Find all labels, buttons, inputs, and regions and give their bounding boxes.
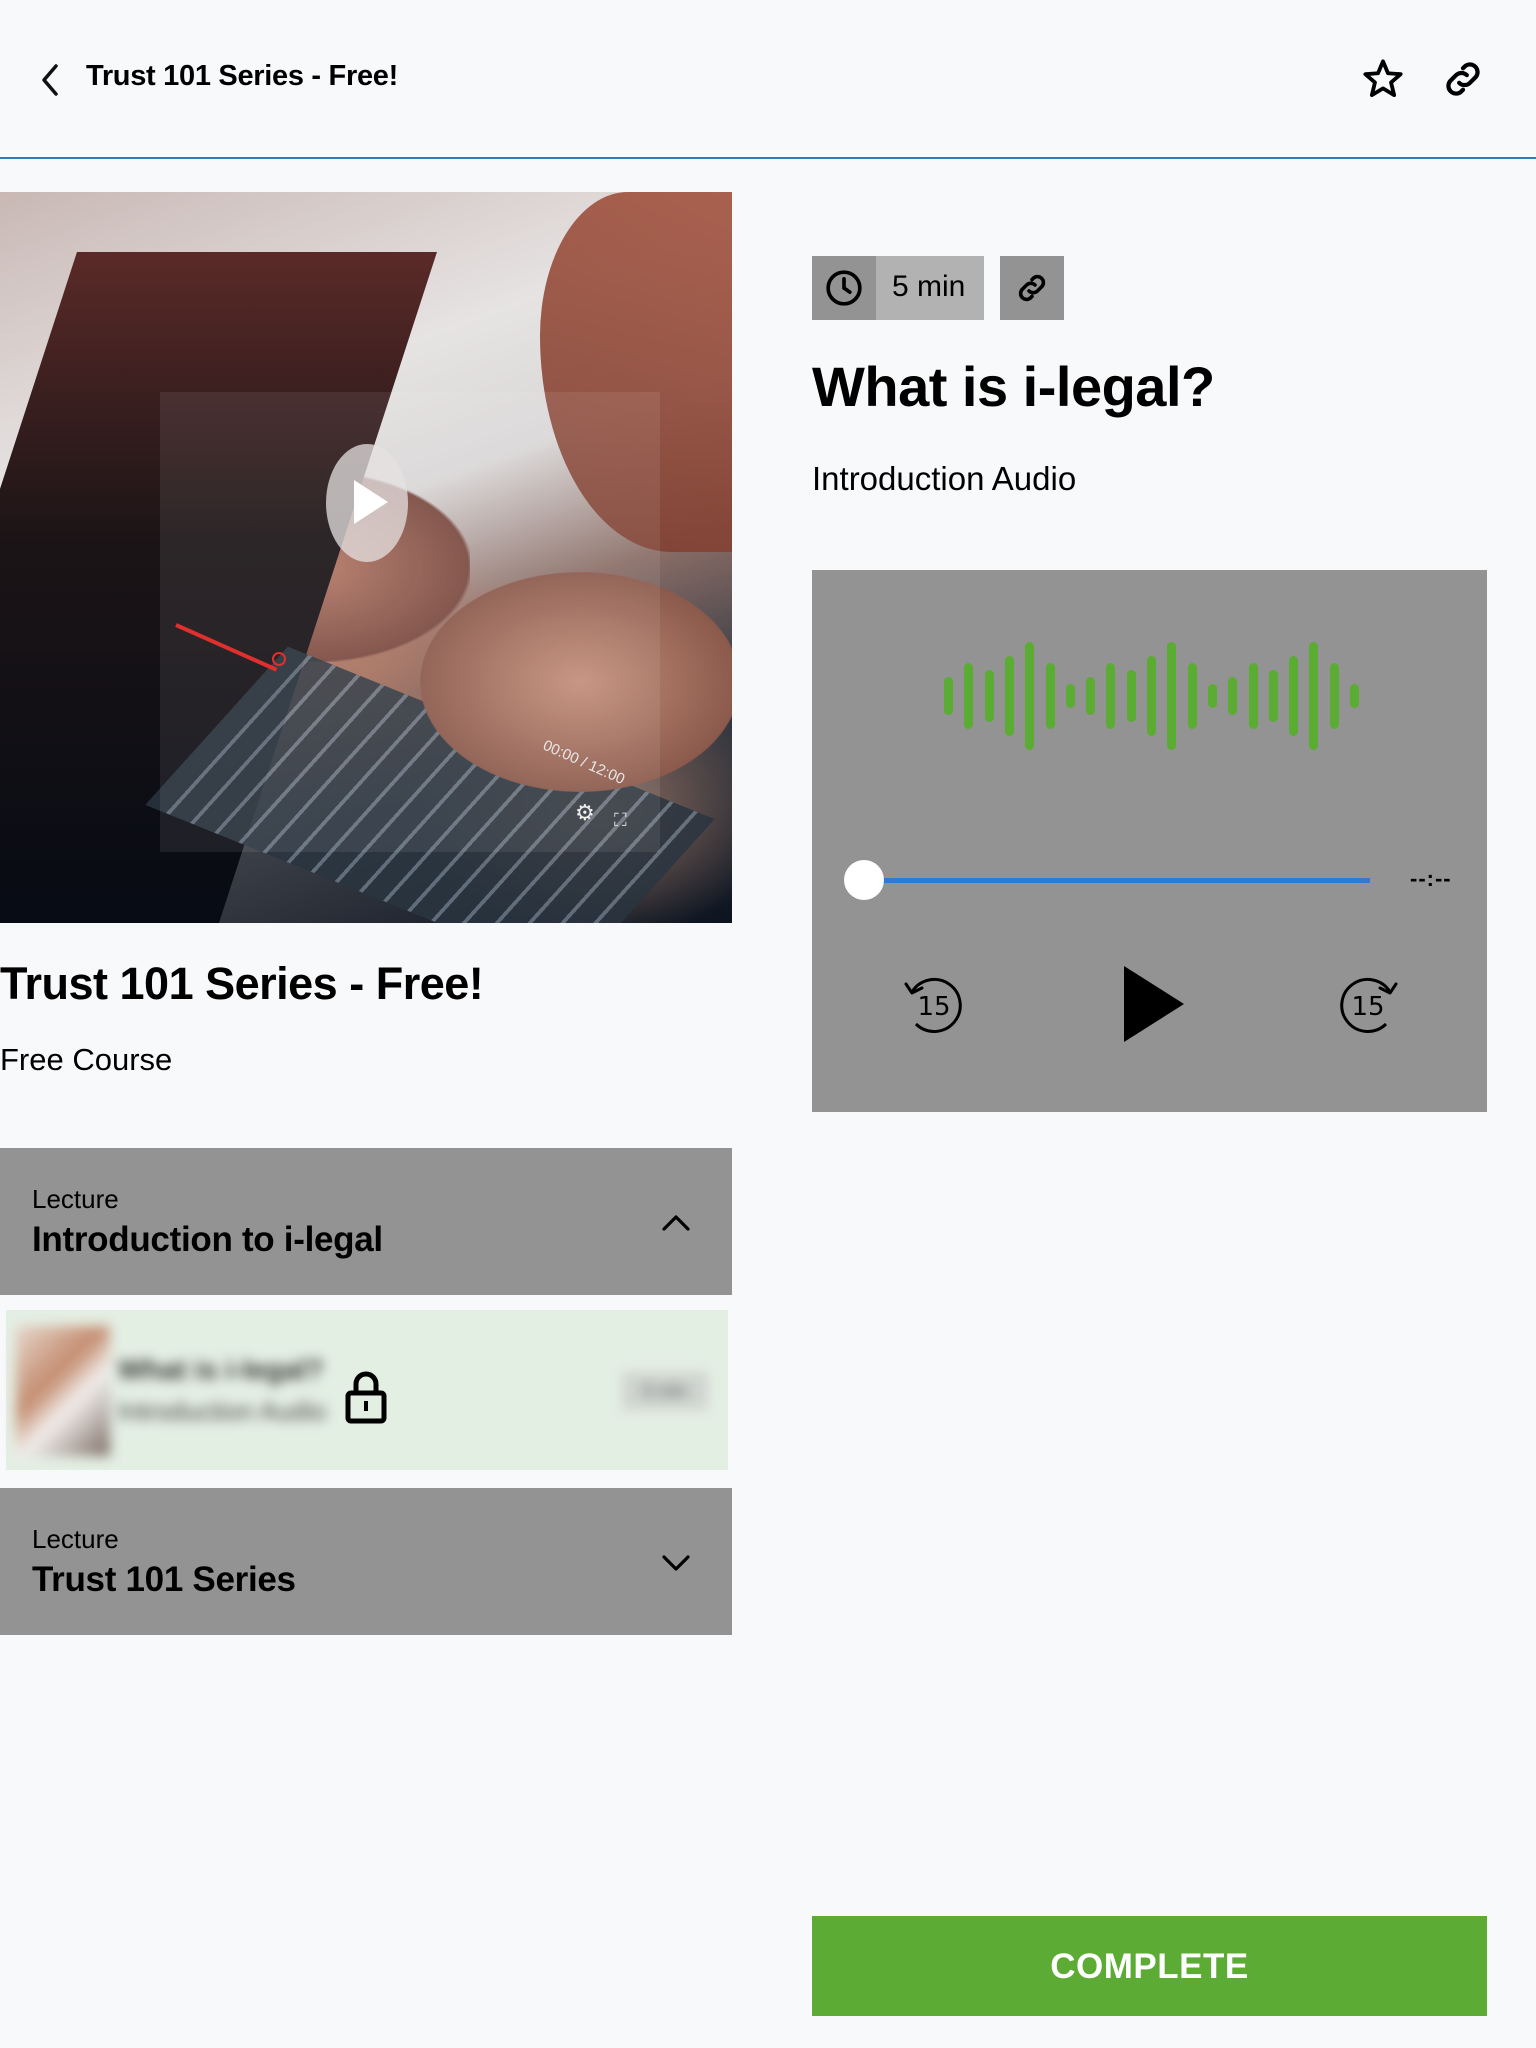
duration-badge: 5 min [812, 256, 984, 320]
lesson-item-subtitle: Introduction Audio [118, 1396, 327, 1426]
waveform-bar [1350, 684, 1359, 708]
waveform-bar [1086, 677, 1096, 715]
section-title: Introduction to i-legal [32, 1220, 383, 1259]
waveform-bar [1187, 663, 1197, 729]
link-icon [1018, 274, 1046, 302]
course-subtitle: Free Course [0, 1042, 173, 1077]
header-divider [0, 157, 1536, 159]
star-outline-icon [1363, 59, 1403, 98]
share-link-button[interactable] [1440, 56, 1486, 102]
header-title: Trust 101 Series - Free! [86, 60, 398, 92]
waveform-bar [1329, 663, 1339, 729]
section-kicker: Lecture [32, 1524, 119, 1554]
waveform-bar [1045, 663, 1055, 729]
chevron-down-icon [662, 1555, 690, 1571]
seek-track[interactable] [862, 878, 1370, 883]
audio-player: --:-- 15 15 [812, 570, 1487, 1112]
section-kicker: Lecture [32, 1184, 119, 1214]
play-button[interactable] [1118, 964, 1188, 1044]
waveform-bar [1207, 684, 1217, 708]
waveform-bar [984, 670, 994, 722]
replay-15-icon: 15 [904, 978, 962, 1033]
lesson-item-duration: 5 min [622, 1372, 708, 1410]
clock-icon [826, 270, 862, 306]
hero-play-icon [326, 444, 408, 562]
duration-text: 5 min [892, 270, 966, 303]
lesson-title: What is i-legal? [812, 355, 1215, 418]
complete-button[interactable]: COMPLETE [812, 1916, 1487, 2016]
waveform-bar [1106, 663, 1116, 729]
time-readout: --:-- [1410, 866, 1452, 891]
waveform-bar [1126, 670, 1136, 722]
seek-thumb[interactable] [844, 860, 884, 900]
waveform-bar [1167, 642, 1177, 750]
app-header: Trust 101 Series - Free! [0, 0, 1536, 157]
waveform-bar [1025, 642, 1035, 750]
fullscreen-icon: ⛶ [614, 810, 627, 830]
waveform-bar [1309, 642, 1319, 750]
chevron-left-icon [42, 64, 58, 96]
waveform-bar [1248, 663, 1258, 729]
waveform-bar [1268, 670, 1278, 722]
forward-15-icon: 15 [1340, 978, 1398, 1033]
favorite-button[interactable] [1360, 56, 1406, 102]
lock-icon [345, 1371, 387, 1424]
link-icon [1446, 62, 1480, 96]
chevron-up-icon [662, 1215, 690, 1231]
waveform-bar [944, 677, 953, 715]
lesson-list-item[interactable]: What is i-legal? Introduction Audio 5 mi… [6, 1310, 728, 1470]
lesson-item-title: What is i-legal? [118, 1354, 324, 1385]
skip-back-button[interactable]: 15 [898, 970, 968, 1040]
course-title: Trust 101 Series - Free! [0, 958, 484, 1009]
waveform-bar [1228, 677, 1238, 715]
waveform-bar [1147, 656, 1156, 736]
waveform-bar [1289, 656, 1299, 736]
svg-text:15: 15 [1351, 992, 1384, 1022]
svg-text:15: 15 [917, 992, 950, 1022]
lesson-link-button[interactable] [1000, 256, 1064, 320]
back-button[interactable] [36, 62, 68, 98]
lesson-thumbnail [16, 1326, 110, 1456]
waveform-bar [1065, 684, 1075, 708]
course-hero-image: 00:00 / 12:00 ⚙ ⛶ [0, 192, 732, 923]
play-icon [1124, 966, 1184, 1042]
waveform-icon [812, 570, 1487, 770]
section-title: Trust 101 Series [32, 1560, 296, 1599]
gear-icon: ⚙ [575, 800, 595, 825]
waveform-bar [964, 663, 974, 729]
section-trust-101-series[interactable]: Lecture Trust 101 Series [0, 1488, 732, 1635]
skip-forward-button[interactable]: 15 [1334, 970, 1404, 1040]
waveform-bar [1004, 656, 1014, 736]
section-introduction[interactable]: Lecture Introduction to i-legal [0, 1148, 732, 1295]
lesson-subtitle: Introduction Audio [812, 460, 1077, 497]
